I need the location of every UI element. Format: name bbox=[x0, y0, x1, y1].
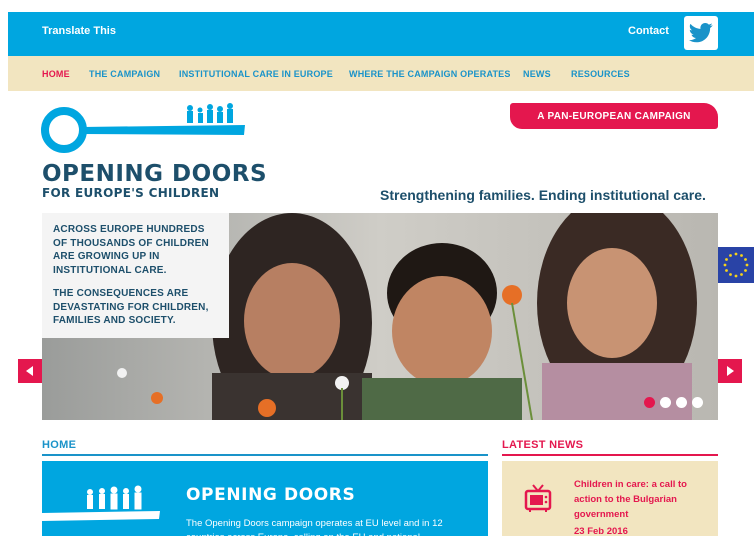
slider-prev-button[interactable] bbox=[18, 359, 42, 383]
slider-dot-2[interactable] bbox=[660, 397, 671, 408]
campaign-badge: A PAN-EUROPEAN CAMPAIGN bbox=[510, 103, 718, 129]
brand-subtitle: FOR EUROPE'S CHILDREN bbox=[42, 186, 220, 200]
eu-stars-icon bbox=[723, 252, 749, 278]
eu-flag-icon[interactable] bbox=[718, 247, 754, 283]
slider-dots bbox=[644, 397, 703, 408]
home-panel[interactable]: OPENING DOORS The Opening Doors campaign… bbox=[42, 461, 488, 536]
translate-link[interactable]: Translate This bbox=[42, 25, 116, 37]
nav-item-news[interactable]: NEWS bbox=[523, 69, 551, 79]
nav-item-home[interactable]: HOME bbox=[42, 69, 70, 79]
news-panel: Children in care: a call to action to th… bbox=[502, 461, 718, 536]
nav-item-resources[interactable]: RESOURCES bbox=[571, 69, 630, 79]
news-item-title[interactable]: Children in care: a call to action to th… bbox=[574, 477, 708, 522]
hero-slider[interactable]: ACROSS EUROPE HUNDREDS OF THOUSANDS OF C… bbox=[42, 213, 718, 420]
contact-link[interactable]: Contact bbox=[628, 25, 669, 37]
news-item-date: 23 Feb 2016 bbox=[574, 526, 628, 536]
chevron-left-icon bbox=[26, 366, 33, 376]
main-nav: HOME THE CAMPAIGN INSTITUTIONAL CARE IN … bbox=[8, 56, 754, 91]
slide-caption-line-1: ACROSS EUROPE HUNDREDS OF THOUSANDS OF C… bbox=[53, 224, 209, 276]
top-bar: Translate This Contact bbox=[8, 12, 754, 56]
nav-item-institutional-care[interactable]: INSTITUTIONAL CARE IN EUROPE bbox=[179, 69, 333, 79]
home-divider bbox=[42, 454, 488, 456]
slide-caption-line-2: THE CONSEQUENCES ARE DEVASTATING FOR CHI… bbox=[53, 288, 209, 326]
key-logo-icon[interactable] bbox=[40, 100, 250, 160]
slider-dot-4[interactable] bbox=[692, 397, 703, 408]
slide-caption: ACROSS EUROPE HUNDREDS OF THOUSANDS OF C… bbox=[42, 213, 229, 338]
nav-item-where-campaign-operates[interactable]: WHERE THE CAMPAIGN OPERATES bbox=[349, 69, 511, 79]
tagline: Strengthening families. Ending instituti… bbox=[380, 187, 706, 203]
chevron-right-icon bbox=[727, 366, 734, 376]
nav-item-the-campaign[interactable]: THE CAMPAIGN bbox=[89, 69, 160, 79]
news-divider bbox=[502, 454, 718, 456]
home-panel-title: OPENING DOORS bbox=[186, 485, 356, 505]
slider-dot-1[interactable] bbox=[644, 397, 655, 408]
slider-next-button[interactable] bbox=[718, 359, 742, 383]
home-section-heading: HOME bbox=[42, 439, 77, 451]
children-key-icon bbox=[42, 485, 160, 521]
twitter-button[interactable] bbox=[684, 16, 718, 50]
news-section-heading: LATEST NEWS bbox=[502, 439, 584, 451]
twitter-icon bbox=[689, 23, 713, 43]
brand-title: OPENING DOORS bbox=[42, 161, 268, 187]
home-panel-text: The Opening Doors campaign operates at E… bbox=[186, 518, 443, 536]
tv-icon bbox=[524, 484, 552, 512]
slider-dot-3[interactable] bbox=[676, 397, 687, 408]
